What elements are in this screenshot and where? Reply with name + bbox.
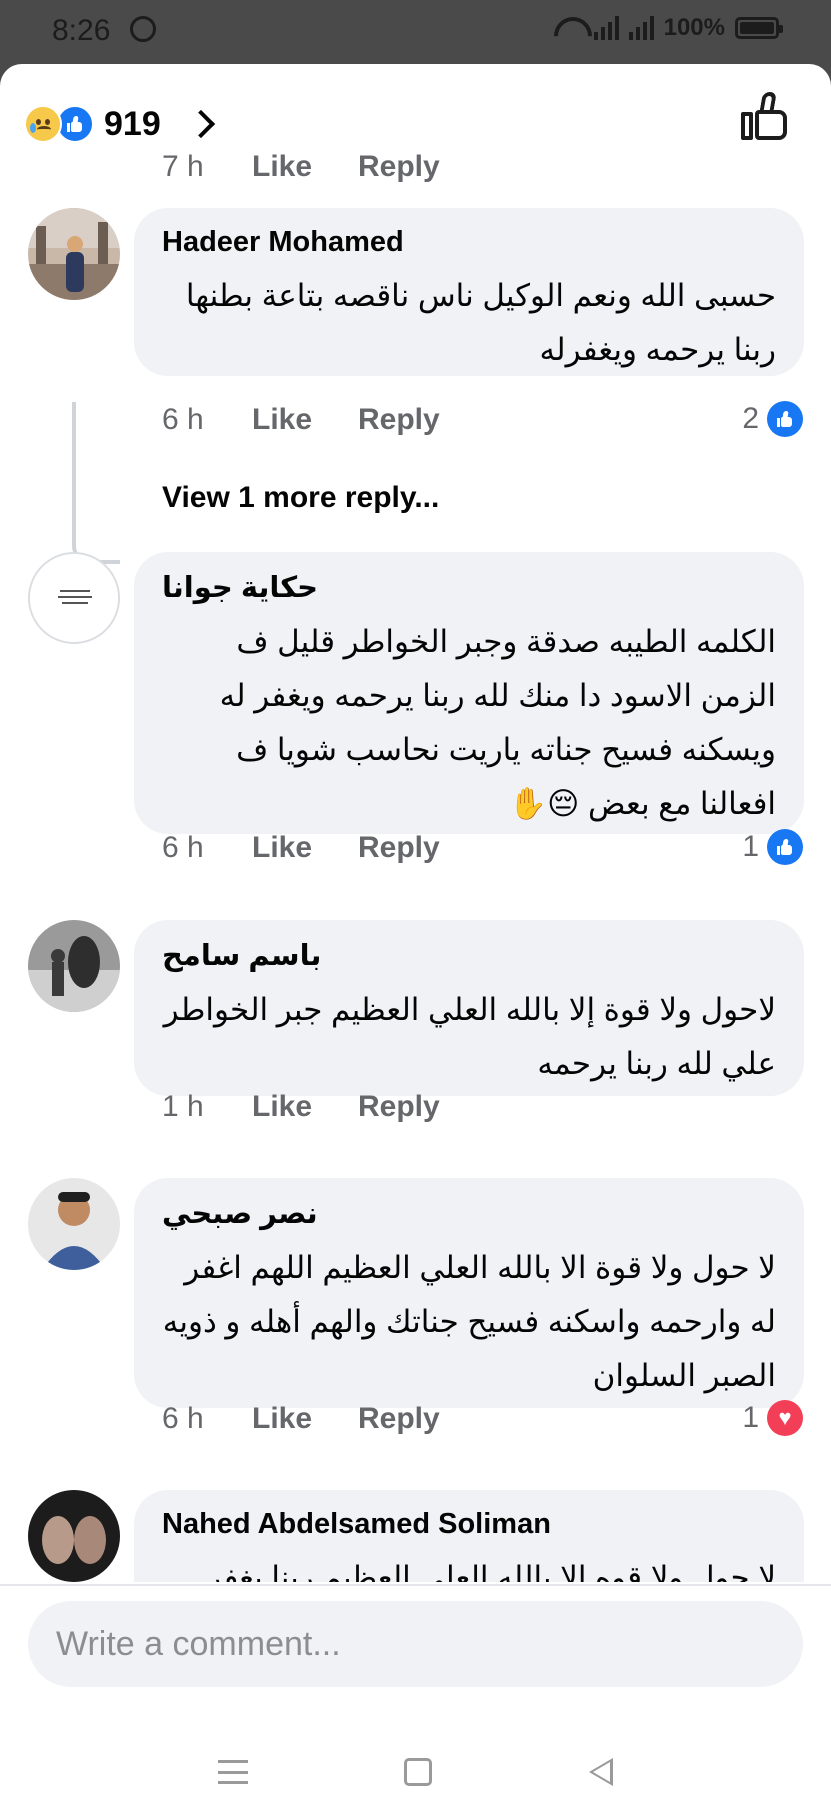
reply-button[interactable]: Reply xyxy=(358,831,440,865)
comment-bubble: حكاية جوانا الكلمه الطيبه صدقة وجبر الخو… xyxy=(134,552,804,834)
like-button[interactable]: Like xyxy=(252,403,358,437)
signal-icon-2 xyxy=(628,16,654,40)
composer-divider xyxy=(0,1584,831,1586)
comments-sheet: 919 7 h Like Reply Hadeer Mohamed حسبى ا… xyxy=(0,64,831,1800)
comment-text: لا حول ولا قوه الا بالله العلي العظيم رب… xyxy=(206,1560,776,1582)
comment-actions: 6 h Like Reply xyxy=(162,1402,440,1436)
reply-button[interactable]: Reply xyxy=(358,403,440,437)
comment-time: 6 h xyxy=(162,831,204,864)
wifi-icon xyxy=(554,17,584,39)
sad-reaction-icon xyxy=(24,105,62,143)
heart-reaction-icon: ♥ xyxy=(767,1400,803,1436)
avatar[interactable] xyxy=(28,1178,120,1270)
comment-text: حسبى الله ونعم الوكيل ناس ناقصه بتاعة بط… xyxy=(185,278,776,367)
chevron-right-icon[interactable] xyxy=(186,109,215,139)
comment-reactions[interactable]: 1 xyxy=(742,829,803,865)
comment-actions: 6 h Like Reply xyxy=(162,831,440,865)
battery-percent: 100% xyxy=(663,14,725,41)
like-button[interactable]: Like xyxy=(252,150,358,184)
thread-connector xyxy=(72,402,120,564)
home-icon[interactable] xyxy=(404,1758,433,1786)
status-bar: 8:26 100% xyxy=(0,0,831,64)
avatar[interactable] xyxy=(28,552,120,644)
reactions-summary[interactable]: 919 xyxy=(24,100,215,148)
back-icon[interactable] xyxy=(588,1758,613,1786)
comment-composer[interactable] xyxy=(28,1601,803,1687)
comment-text: لا حول ولا قوة الا بالله العلي العظيم ال… xyxy=(162,1250,776,1393)
comment-text: الكلمه الطيبه صدقة وجبر الخواطر قليل ف ا… xyxy=(219,624,776,821)
battery-icon xyxy=(735,17,783,39)
whatsapp-icon xyxy=(130,16,156,42)
like-outline-icon[interactable] xyxy=(741,92,791,142)
avatar[interactable] xyxy=(28,208,120,300)
status-time: 8:26 xyxy=(52,14,111,47)
comment-bubble: Nahed Abdelsamed Soliman لا حول ولا قوه … xyxy=(134,1490,804,1582)
reply-button[interactable]: Reply xyxy=(358,1402,440,1436)
comment-input[interactable] xyxy=(56,1624,775,1664)
comment-author[interactable]: نصر صبحي xyxy=(162,1196,776,1231)
reaction-count: 2 xyxy=(742,402,759,435)
comment-bubble: باسم سامح لاحول ولا قوة إلا بالله العلي … xyxy=(134,920,804,1096)
like-reaction-icon xyxy=(767,401,803,437)
like-button[interactable]: Like xyxy=(252,831,358,865)
system-nav-bar xyxy=(0,1744,831,1800)
avatar[interactable] xyxy=(28,920,120,1012)
avatar[interactable] xyxy=(28,1490,120,1582)
comment-time: 6 h xyxy=(162,403,204,436)
comment-author[interactable]: باسم سامح xyxy=(162,938,776,973)
comment-bubble: نصر صبحي لا حول ولا قوة الا بالله العلي … xyxy=(134,1178,804,1408)
view-more-replies[interactable]: View 1 more reply... xyxy=(162,481,439,515)
signal-icon xyxy=(593,16,619,40)
reaction-count: 1 xyxy=(742,1401,759,1434)
comment-actions: 6 h Like Reply xyxy=(162,403,440,437)
comment-item: Nahed Abdelsamed Soliman لا حول ولا قوه … xyxy=(0,1490,831,1582)
reaction-count: 919 xyxy=(104,104,161,143)
like-reaction-icon xyxy=(767,829,803,865)
like-button[interactable]: Like xyxy=(252,1090,358,1124)
comment-bubble: Hadeer Mohamed حسبى الله ونعم الوكيل ناس… xyxy=(134,208,804,376)
comment-author[interactable]: حكاية جوانا xyxy=(162,570,776,605)
comment-reactions[interactable]: 2 xyxy=(742,401,803,437)
comment-text: لاحول ولا قوة إلا بالله العلي العظيم جبر… xyxy=(163,992,776,1081)
status-icons: 100% xyxy=(554,14,783,42)
comment-author[interactable]: Nahed Abdelsamed Soliman xyxy=(162,1508,776,1541)
comment-actions: 1 h Like Reply xyxy=(162,1090,440,1124)
menu-icon[interactable] xyxy=(218,1760,249,1784)
reply-button[interactable]: Reply xyxy=(358,150,440,184)
like-button[interactable]: Like xyxy=(252,1402,358,1436)
comment-time: 1 h xyxy=(162,1090,204,1123)
comment-time: 6 h xyxy=(162,1402,204,1435)
reply-button[interactable]: Reply xyxy=(358,1090,440,1124)
comment-reactions[interactable]: 1 ♥ xyxy=(742,1400,803,1436)
comment-actions: 7 h Like Reply xyxy=(162,150,440,184)
comment-author[interactable]: Hadeer Mohamed xyxy=(162,226,776,259)
reaction-count: 1 xyxy=(742,830,759,863)
comment-time: 7 h xyxy=(162,150,204,183)
